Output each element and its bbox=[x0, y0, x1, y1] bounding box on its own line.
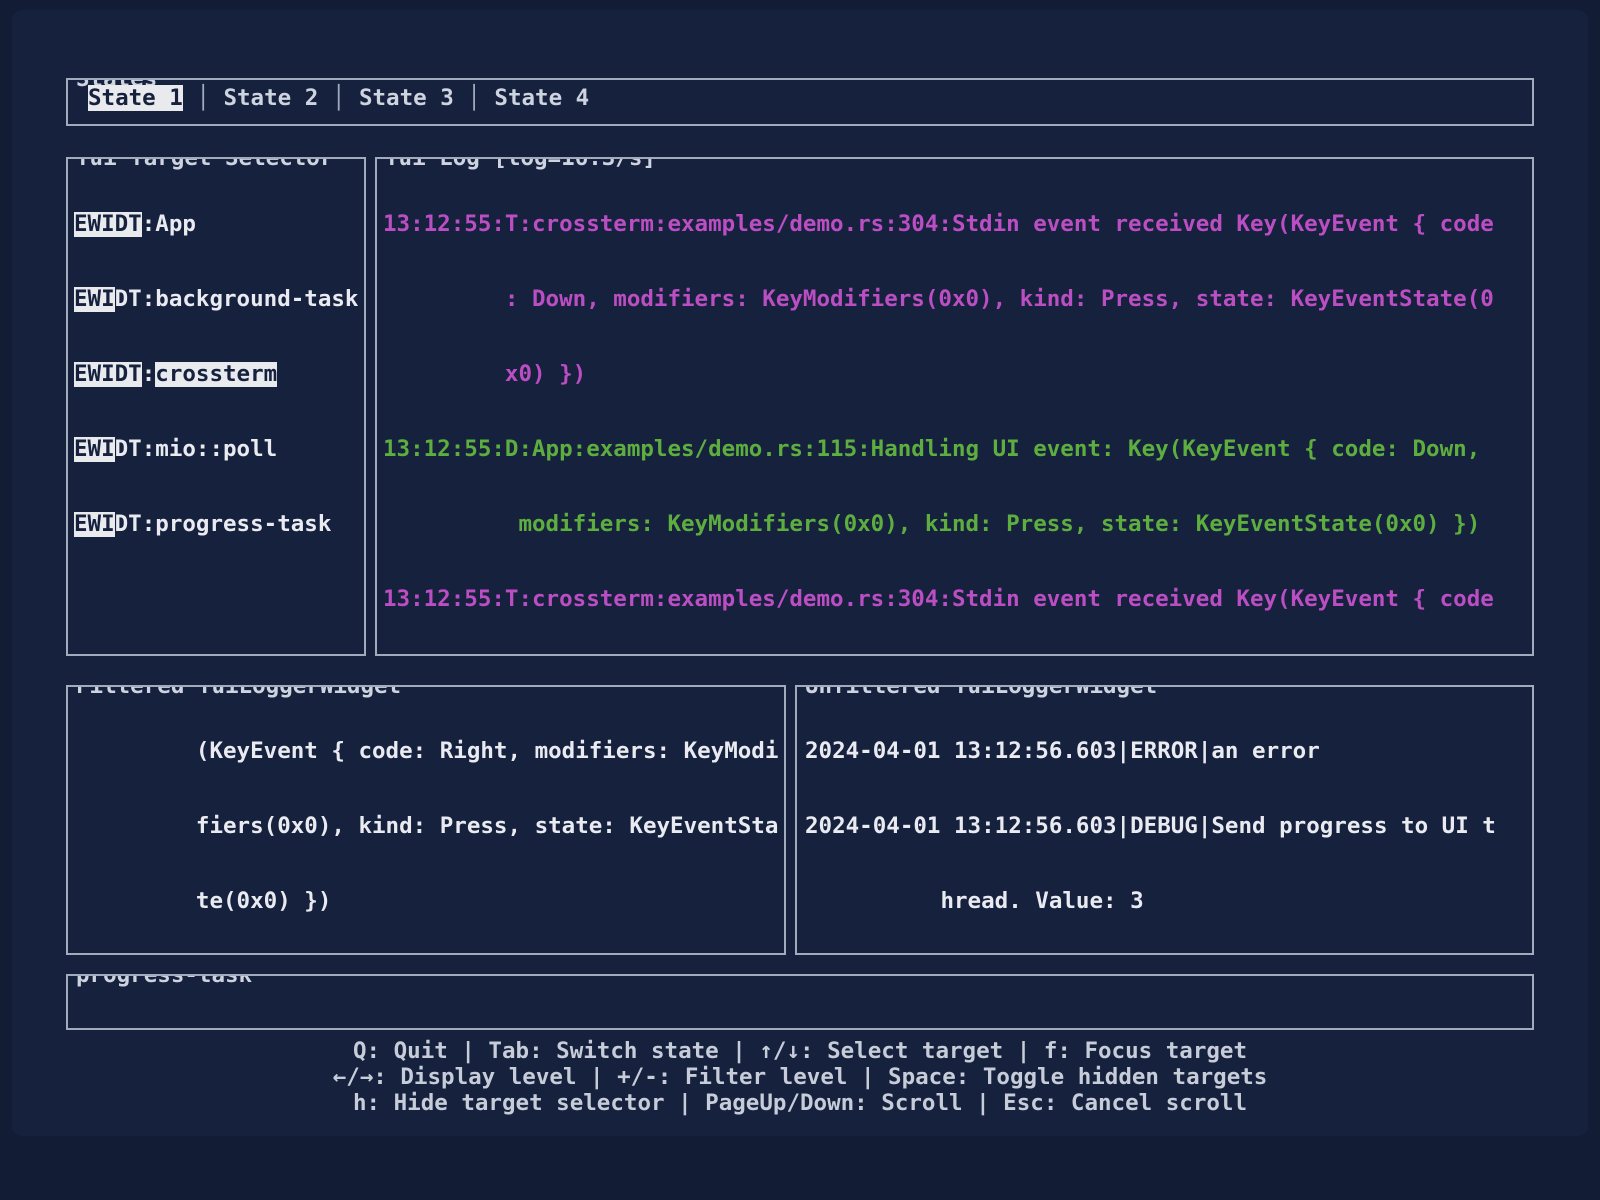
unfiltered-logger-panel: Unfiltered TuiLoggerWidget 2024-04-01 13… bbox=[795, 685, 1534, 955]
log-row: hread. Value: 3 bbox=[805, 889, 1532, 914]
unfiltered-logger-rows: 2024-04-01 13:12:56.603|ERROR|an error 2… bbox=[797, 687, 1532, 953]
filtered-logger-panel: Filtered TuiLoggerWidget (KeyEvent { cod… bbox=[66, 685, 786, 955]
help-line: Q: Quit | Tab: Switch state | ↑/↓: Selec… bbox=[12, 1038, 1588, 1064]
log-row: fiers(0x0), kind: Press, state: KeyEvent… bbox=[74, 814, 784, 839]
target-name: : bbox=[142, 362, 156, 387]
level-flags-inactive: DT bbox=[115, 512, 142, 537]
target-item-progress-task[interactable]: EWIDT:progress-task bbox=[74, 512, 364, 537]
level-flags-inactive: DT bbox=[115, 437, 142, 462]
target-name: :App bbox=[142, 212, 196, 237]
terminal-window: States State 1 │ State 2 │ State 3 │ Sta… bbox=[12, 10, 1588, 1136]
target-item-crossterm[interactable]: EWIDT:crossterm bbox=[74, 362, 364, 387]
target-list: EWIDT:App EWIDT:background-task EWIDT:cr… bbox=[68, 159, 364, 654]
target-item-mio-poll[interactable]: EWIDT:mio::poll bbox=[74, 437, 364, 462]
filtered-logger-rows: (KeyEvent { code: Right, modifiers: KeyM… bbox=[68, 687, 784, 953]
log-row: te(0x0) }) bbox=[74, 889, 784, 914]
help-text: Q: Quit | Tab: Switch state | ↑/↓: Selec… bbox=[12, 1038, 1588, 1116]
log-row: : Down, modifiers: KeyModifiers(0x0), ki… bbox=[383, 287, 1532, 312]
target-name: :background-task bbox=[142, 287, 359, 312]
tab-state-3[interactable]: State 3 bbox=[359, 85, 454, 111]
log-row: modifiers: KeyModifiers(0x0), kind: Pres… bbox=[383, 512, 1532, 537]
log-row: 13:12:55:T:crossterm:examples/demo.rs:30… bbox=[383, 212, 1532, 237]
target-name: :mio::poll bbox=[142, 437, 277, 462]
target-item-app[interactable]: EWIDT:App bbox=[74, 212, 364, 237]
target-selector-panel: Tui Target Selector EWIDT:App EWIDT:back… bbox=[66, 157, 366, 656]
level-flags-active: EWIDT bbox=[74, 362, 142, 387]
target-name: :progress-task bbox=[142, 512, 332, 537]
tab-state-2[interactable]: State 2 bbox=[223, 85, 318, 111]
states-panel: States State 1 │ State 2 │ State 3 │ Sta… bbox=[66, 78, 1534, 126]
tui-log-rows: 13:12:55:T:crossterm:examples/demo.rs:30… bbox=[377, 159, 1532, 654]
log-row: x0) }) bbox=[383, 362, 1532, 387]
target-item-background-task[interactable]: EWIDT:background-task bbox=[74, 287, 364, 312]
log-row: 2024-04-01 13:12:56.603|DEBUG|Send progr… bbox=[805, 814, 1532, 839]
tab-separator: │ bbox=[183, 85, 224, 111]
log-row: (KeyEvent { code: Right, modifiers: KeyM… bbox=[74, 739, 784, 764]
help-line: ←/→: Display level | +/-: Filter level |… bbox=[12, 1064, 1588, 1090]
log-row: 13:12:55:T:crossterm:examples/demo.rs:30… bbox=[383, 587, 1532, 612]
tab-state-1[interactable]: State 1 bbox=[88, 85, 183, 111]
level-flags-active: EWI bbox=[74, 287, 115, 312]
tab-bar: State 1 │ State 2 │ State 3 │ State 4 bbox=[68, 80, 1532, 124]
progress-panel: progress-task 3% bbox=[66, 974, 1534, 1030]
help-line: h: Hide target selector | PageUp/Down: S… bbox=[12, 1090, 1588, 1116]
tab-state-4[interactable]: State 4 bbox=[494, 85, 589, 111]
tab-separator: │ bbox=[454, 85, 495, 111]
level-flags-inactive: DT bbox=[115, 287, 142, 312]
tab-separator: │ bbox=[318, 85, 359, 111]
log-row: 2024-04-01 13:12:56.603|ERROR|an error bbox=[805, 739, 1532, 764]
level-flags-active: EWIDT bbox=[74, 212, 142, 237]
log-row: 13:12:55:D:App:examples/demo.rs:115:Hand… bbox=[383, 437, 1532, 462]
progress-panel-title: progress-task bbox=[75, 974, 253, 988]
target-name-selected: crossterm bbox=[155, 362, 277, 387]
level-flags-active: EWI bbox=[74, 512, 115, 537]
level-flags-active: EWI bbox=[74, 437, 115, 462]
tui-log-panel: Tui Log [log=16.3/s] 13:12:55:T:crosster… bbox=[375, 157, 1534, 656]
